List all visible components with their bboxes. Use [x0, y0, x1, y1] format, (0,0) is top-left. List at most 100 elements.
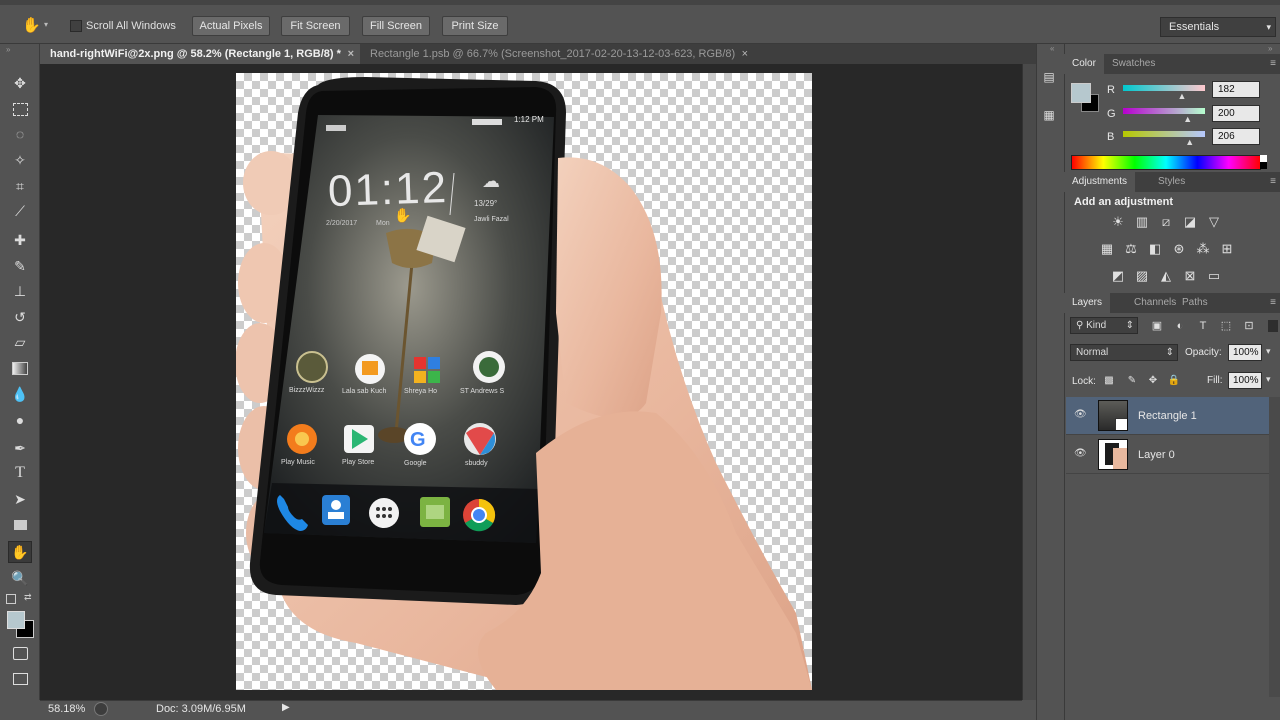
opacity-input[interactable]: 100% — [1228, 344, 1262, 361]
color-spectrum-ramp[interactable] — [1071, 155, 1261, 170]
panel-collapse-icon[interactable]: » — [6, 45, 10, 54]
pen-tool-icon[interactable]: ✒ — [8, 437, 32, 459]
layer-row-layer-0[interactable]: 👁 Layer 0 — [1066, 436, 1269, 474]
history-panel-icon[interactable]: ▤ — [1040, 70, 1058, 88]
rectangle-tool-icon[interactable] — [8, 514, 32, 536]
tab-layers[interactable]: Layers — [1064, 293, 1111, 313]
tool-preset-dropdown[interactable]: ▾ — [44, 20, 48, 29]
move-tool-icon[interactable]: ✥ — [8, 72, 32, 94]
layer-kind-filter[interactable]: ⚲ Kind ⇕ — [1070, 317, 1138, 334]
filter-type-icon[interactable]: T — [1195, 318, 1211, 334]
dodge-tool-icon[interactable]: ● — [8, 409, 32, 431]
exposure-icon[interactable]: ◪ — [1182, 214, 1198, 230]
filter-smart-object-icon[interactable]: ⊡ — [1241, 318, 1257, 334]
properties-panel-icon[interactable]: ▦ — [1040, 108, 1058, 126]
opacity-dropdown-icon[interactable]: ▾ — [1266, 346, 1271, 357]
vibrance-icon[interactable]: ▽ — [1206, 214, 1222, 230]
filter-adjustment-icon[interactable]: ◐ — [1172, 318, 1188, 334]
right-panel-collapse-icon[interactable]: » — [1268, 44, 1272, 53]
scroll-all-checkbox[interactable] — [70, 20, 82, 32]
gradient-map-icon[interactable]: ▭ — [1206, 268, 1222, 284]
blend-mode-select[interactable]: Normal ⇕ — [1070, 344, 1178, 361]
filter-pixel-icon[interactable]: ▣ — [1149, 318, 1165, 334]
close-icon[interactable]: × — [348, 44, 354, 64]
history-brush-tool-icon[interactable]: ↺ — [8, 306, 32, 328]
filter-shape-icon[interactable]: ⬚ — [1218, 318, 1234, 334]
panel-menu-icon[interactable]: ≡ — [1270, 172, 1276, 192]
value-r[interactable]: 182 — [1212, 81, 1260, 98]
photo-filter-icon[interactable]: ⊛ — [1171, 241, 1187, 257]
threshold-icon[interactable]: ◭ — [1158, 268, 1174, 284]
spectrum-white-chip[interactable] — [1260, 155, 1267, 162]
type-tool-icon[interactable]: T — [8, 462, 32, 484]
zoom-tool-icon[interactable]: 🔍 — [8, 567, 32, 589]
lock-transparency-icon[interactable]: ▩ — [1101, 373, 1117, 389]
slider-r[interactable] — [1123, 85, 1205, 91]
healing-brush-tool-icon[interactable]: ✚ — [8, 229, 32, 251]
tab-paths[interactable]: Paths — [1174, 293, 1216, 313]
crop-tool-icon[interactable]: ⌗ — [8, 175, 32, 197]
eye-icon[interactable]: 👁 — [1074, 409, 1087, 421]
blur-tool-icon[interactable]: 💧 — [8, 383, 32, 405]
document-canvas[interactable]: G 01:12 1:12 PM 2/20/2017 Mon ☁ 13/29° J… — [236, 73, 812, 690]
marquee-tool-icon[interactable] — [8, 98, 32, 120]
hue-saturation-icon[interactable]: ▦ — [1099, 241, 1115, 257]
quick-mask-icon[interactable] — [8, 642, 32, 664]
swap-colors-icon[interactable]: ⇄ — [24, 592, 32, 603]
panel-menu-icon[interactable]: ≡ — [1270, 293, 1276, 313]
slider-thumb-b[interactable]: ▲ — [1185, 137, 1194, 147]
lock-pixels-icon[interactable]: ✎ — [1124, 373, 1140, 389]
slider-thumb-r[interactable]: ▲ — [1178, 91, 1187, 101]
slider-thumb-g[interactable]: ▲ — [1183, 114, 1192, 124]
black-white-icon[interactable]: ◧ — [1147, 241, 1163, 257]
default-colors-icon[interactable] — [6, 594, 16, 604]
fill-dropdown-icon[interactable]: ▾ — [1266, 374, 1271, 385]
workspace-dropdown[interactable]: Essentials ▾ — [1160, 17, 1276, 37]
color-lookup-icon[interactable]: ⊞ — [1219, 241, 1235, 257]
tab-styles[interactable]: Styles — [1150, 172, 1193, 192]
lock-all-icon[interactable]: 🔒 — [1166, 373, 1182, 389]
eraser-tool-icon[interactable]: ▱ — [8, 331, 32, 353]
hand-tool-button[interactable]: ✋ — [8, 541, 32, 563]
fit-screen-button[interactable]: Fit Screen — [281, 16, 350, 36]
status-info-icon[interactable] — [94, 702, 108, 716]
fill-screen-button[interactable]: Fill Screen — [362, 16, 430, 36]
fill-input[interactable]: 100% — [1228, 372, 1262, 389]
tab-color[interactable]: Color — [1064, 54, 1104, 74]
channel-mixer-icon[interactable]: ⁂ — [1195, 241, 1211, 257]
value-g[interactable]: 200 — [1212, 105, 1260, 122]
panel-menu-icon[interactable]: ≡ — [1270, 54, 1276, 74]
brightness-icon[interactable]: ☀ — [1110, 214, 1126, 230]
selective-color-icon[interactable]: ⊠ — [1182, 268, 1198, 284]
brush-tool-icon[interactable]: ✎ — [8, 255, 32, 277]
value-b[interactable]: 206 — [1212, 128, 1260, 145]
posterize-icon[interactable]: ▨ — [1134, 268, 1150, 284]
print-size-button[interactable]: Print Size — [442, 16, 508, 36]
tab-hand-rightwifi[interactable]: hand-rightWiFi@2x.png @ 58.2% (Rectangle… — [40, 44, 360, 64]
invert-icon[interactable]: ◩ — [1110, 268, 1126, 284]
tab-adjustments[interactable]: Adjustments — [1064, 172, 1136, 192]
tab-swatches[interactable]: Swatches — [1104, 54, 1163, 74]
layers-scrollbar[interactable] — [1269, 397, 1280, 697]
gradient-tool-icon[interactable] — [8, 357, 32, 379]
filter-toggle[interactable] — [1268, 320, 1278, 332]
screen-mode-icon[interactable] — [8, 668, 32, 690]
status-menu-arrow-icon[interactable]: ▶ — [282, 702, 290, 713]
actual-pixels-button[interactable]: Actual Pixels — [192, 16, 270, 36]
clone-stamp-tool-icon[interactable]: ⊥ — [8, 280, 32, 302]
slider-g[interactable] — [1123, 108, 1205, 114]
fg-color-chip[interactable] — [1071, 83, 1091, 103]
levels-icon[interactable]: ▥ — [1134, 214, 1150, 230]
color-balance-icon[interactable]: ⚖ — [1123, 241, 1139, 257]
curves-icon[interactable]: ⧄ — [1158, 214, 1174, 230]
eye-icon[interactable]: 👁 — [1074, 448, 1087, 460]
close-icon[interactable]: × — [742, 44, 748, 64]
tab-rectangle-psb[interactable]: Rectangle 1.psb @ 66.7% (Screenshot_2017… — [360, 44, 760, 64]
layer-row-rectangle-1[interactable]: 👁 Rectangle 1 — [1066, 397, 1269, 435]
magic-wand-tool-icon[interactable]: ✧ — [8, 149, 32, 171]
zoom-level[interactable]: 58.18% — [48, 703, 85, 715]
lock-position-icon[interactable]: ✥ — [1145, 373, 1161, 389]
vertical-scrollbar[interactable] — [1022, 64, 1036, 700]
spectrum-black-chip[interactable] — [1260, 162, 1267, 169]
foreground-color-swatch[interactable] — [7, 611, 25, 629]
